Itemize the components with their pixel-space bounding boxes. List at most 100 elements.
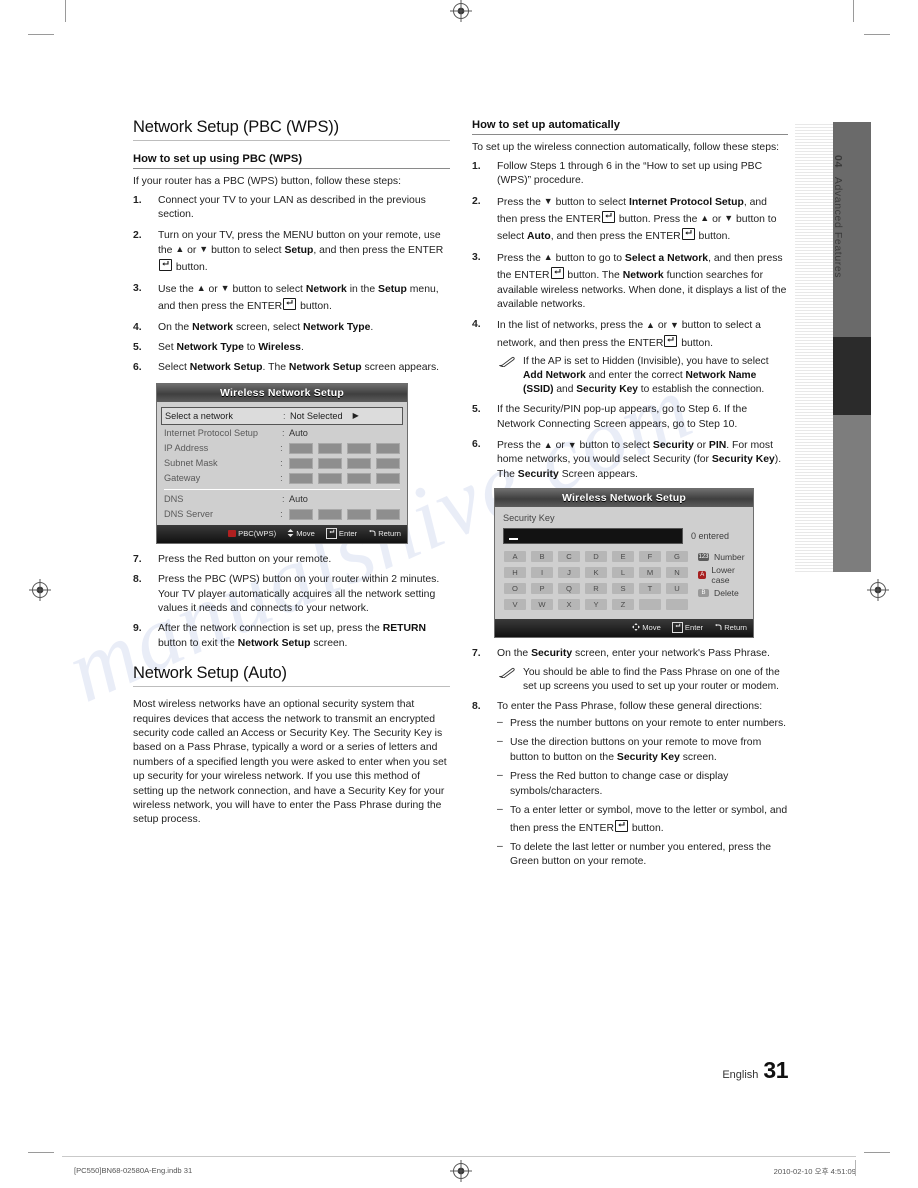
text-cursor <box>509 538 518 541</box>
keyboard-row: V W X Y Z <box>503 598 689 612</box>
pbc-steps-list: 1. Connect your TV to your LAN as describ… <box>133 194 450 376</box>
list-item: 5. Set Network Type to Wireless. <box>133 341 450 355</box>
list-item: 2. Press the ▼ button to select Internet … <box>472 195 788 245</box>
section-heading-auto: Network Setup (Auto) <box>133 664 287 683</box>
octet-box <box>376 457 400 469</box>
up-down-arrows-icon <box>287 528 294 539</box>
menu-row-subnet-mask: Subnet Mask : <box>164 456 400 471</box>
menu-value: Auto <box>289 428 308 439</box>
dash-bullet-icon: – <box>497 840 503 852</box>
menu-separator: : <box>282 428 285 439</box>
auto-setup-subheading-rule <box>472 133 788 135</box>
bullet-text: To delete the last letter or number you … <box>510 841 772 868</box>
note-pass-phrase: You should be able to find the Pass Phra… <box>497 666 788 694</box>
key-l[interactable]: L <box>611 566 635 580</box>
legend-label: Lower case <box>711 565 735 586</box>
menu-row-internet-protocol-setup[interactable]: Internet Protocol Setup : Auto <box>164 426 400 441</box>
list-item: 7. Press the Red button on your remote. <box>133 553 450 567</box>
key-f[interactable]: F <box>638 550 662 564</box>
note-text: If the AP is set to Hidden (Invisible), … <box>523 356 769 396</box>
list-item: – Press the number buttons on your remote… <box>497 717 788 731</box>
step-text: If the Security/PIN pop-up appears, go t… <box>497 404 748 430</box>
key-z[interactable]: Z <box>611 598 635 612</box>
menu-row-select-network[interactable]: Select a network : Not Selected ▶ <box>161 406 403 425</box>
key-q[interactable]: Q <box>557 582 581 596</box>
footer-hint-enter: Enter <box>671 622 703 634</box>
step-number: 2. <box>133 229 142 241</box>
octet-group <box>289 457 400 469</box>
step-number: 8. <box>133 574 142 586</box>
menu-label: Gateway <box>164 473 201 484</box>
registration-mark-left <box>29 579 51 601</box>
bullet-text: Use the direction buttons on your remote… <box>510 737 762 763</box>
key-w[interactable]: W <box>530 598 554 612</box>
key-e[interactable]: E <box>611 550 635 564</box>
step-number: 7. <box>133 553 142 565</box>
legend-delete: B Delete <box>698 586 745 600</box>
green-chip-icon: B <box>698 589 709 598</box>
list-item: 4. In the list of networks, press the ▲ o… <box>472 318 788 397</box>
key-v[interactable]: V <box>503 598 527 612</box>
key-a[interactable]: A <box>503 550 527 564</box>
key-j[interactable]: J <box>557 566 581 580</box>
enter-key-icon <box>325 527 337 539</box>
enter-key-icon <box>681 228 695 241</box>
octet-box <box>347 442 371 454</box>
step-number: 4. <box>472 319 481 331</box>
menu-row-gateway: Gateway : <box>164 471 400 486</box>
menu-row-dns[interactable]: DNS : Auto <box>164 492 400 507</box>
right-column: How to set up automatically To set up th… <box>472 118 788 876</box>
key-blank-2[interactable] <box>665 598 689 612</box>
key-o[interactable]: O <box>503 582 527 596</box>
list-item: 8. Press the PBC (WPS) button on your rou… <box>133 573 450 616</box>
wireless-network-setup-screen: Wireless Network Setup Select a network … <box>156 382 408 544</box>
key-c[interactable]: C <box>557 550 581 564</box>
key-h[interactable]: H <box>503 566 527 580</box>
page-title: Network Setup (PBC (WPS)) <box>133 118 339 136</box>
registration-mark-right <box>867 579 889 601</box>
left-column: Network Setup (PBC (WPS)) How to set up … <box>133 118 450 837</box>
footer-rule <box>62 1156 856 1157</box>
bullet-text: To a enter letter or symbol, move to the… <box>510 805 788 834</box>
legend-label: Delete <box>714 588 739 599</box>
menu-label: DNS Server <box>164 509 214 520</box>
menu-separator: : <box>282 494 285 505</box>
menu-row-dns-server: DNS Server : <box>164 507 400 522</box>
key-r[interactable]: R <box>584 582 608 596</box>
menu-separator: : <box>280 458 283 469</box>
key-x[interactable]: X <box>557 598 581 612</box>
footer-hint-label: Return <box>724 623 747 633</box>
step-text: Turn on your TV, press the MENU button o… <box>158 229 444 274</box>
key-m[interactable]: M <box>638 566 662 580</box>
section-subheading: How to set up using PBC (WPS) <box>133 152 303 165</box>
title-rule <box>133 139 450 141</box>
key-d[interactable]: D <box>584 550 608 564</box>
key-i[interactable]: I <box>530 566 554 580</box>
bullet-text: Press the number buttons on your remote … <box>510 718 787 730</box>
key-g[interactable]: G <box>665 550 689 564</box>
key-p[interactable]: P <box>530 582 554 596</box>
key-t[interactable]: T <box>638 582 662 596</box>
security-key-input[interactable] <box>503 528 683 545</box>
menu-separator: : <box>280 473 283 484</box>
keyboard-row: O P Q R S T U <box>503 582 689 596</box>
key-s[interactable]: S <box>611 582 635 596</box>
step-number: 6. <box>472 439 481 451</box>
key-b[interactable]: B <box>530 550 554 564</box>
key-blank-1[interactable] <box>638 598 662 612</box>
screen-menu-body: Select a network : Not Selected ▶ Intern… <box>157 401 407 525</box>
octet-box <box>318 472 342 484</box>
enter-key-icon <box>614 819 628 832</box>
key-y[interactable]: Y <box>584 598 608 612</box>
red-button-icon <box>228 529 237 537</box>
step-text: Set Network Type to Wireless. <box>158 341 304 353</box>
language-label: English <box>722 1069 759 1081</box>
auto-steps-list: 1. Follow Steps 1 through 6 in the “How t… <box>472 160 788 483</box>
step-number: 4. <box>133 321 142 333</box>
key-k[interactable]: K <box>584 566 608 580</box>
step-text: Use the ▲ or ▼ button to select Network … <box>158 283 439 313</box>
key-n[interactable]: N <box>665 566 689 580</box>
list-item: 5. If the Security/PIN pop-up appears, go… <box>472 403 788 432</box>
auto-setup-subheading: How to set up automatically <box>472 119 620 131</box>
key-u[interactable]: U <box>665 582 689 596</box>
